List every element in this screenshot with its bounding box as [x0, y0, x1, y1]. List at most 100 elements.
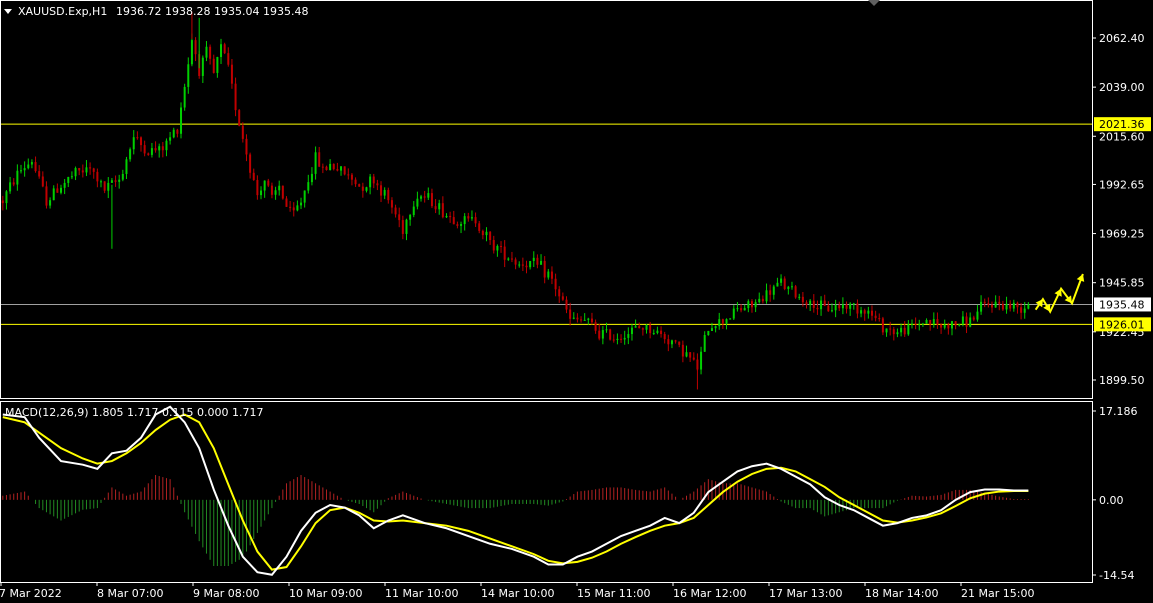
candle-body — [681, 344, 684, 357]
candle-body — [380, 185, 383, 196]
candle-body — [609, 329, 612, 340]
candle-body — [725, 319, 728, 324]
candle-body — [52, 188, 55, 201]
candle-body — [241, 125, 244, 139]
candle-body — [543, 260, 546, 278]
candle-body — [678, 341, 681, 345]
candle-body — [1016, 302, 1019, 308]
candle-body — [929, 320, 932, 325]
chart-canvas: 2062.40 2039.00 2015.60 1992.65 1969.25 1945.… — [0, 0, 1153, 603]
candle-body — [790, 286, 793, 288]
candle-body — [692, 357, 695, 360]
candle-body — [630, 327, 633, 335]
candle-body — [394, 207, 397, 215]
candle-body — [492, 240, 495, 251]
candle-body — [267, 180, 270, 186]
candle-body — [565, 299, 568, 310]
candle-body — [834, 305, 837, 311]
candle-body — [427, 193, 430, 198]
symbol-header: XAUUSD.Exp,H1 — [18, 5, 107, 18]
candle-body — [325, 166, 328, 171]
candle-body — [489, 231, 492, 241]
candle-body — [445, 215, 448, 218]
candle-body — [278, 185, 281, 191]
time-tick-label: 11 Mar 10:00 — [385, 587, 458, 600]
candle-body — [780, 278, 783, 283]
macd-tick-label: -14.54 — [1099, 569, 1134, 582]
candle-body — [365, 187, 368, 191]
candle-body — [521, 264, 524, 266]
candle-body — [670, 340, 673, 345]
candle-body — [550, 271, 553, 279]
candle-body — [256, 180, 259, 196]
candle-body — [583, 319, 586, 321]
candle-body — [303, 190, 306, 203]
candle-body — [423, 196, 426, 198]
time-tick-label: 7 Mar 2022 — [0, 587, 62, 600]
candle-body — [252, 172, 255, 181]
price-tick-label: 1899.50 — [1099, 374, 1145, 387]
candle-body — [107, 182, 110, 191]
candle-body — [70, 176, 73, 178]
candle-body — [561, 296, 564, 300]
candle-body — [572, 317, 575, 319]
candle-body — [663, 334, 666, 340]
candle-body — [147, 153, 150, 155]
candle-body — [114, 180, 117, 182]
candle-body — [401, 220, 404, 234]
candle-body — [816, 307, 819, 310]
candle-body — [620, 338, 623, 340]
candle-body — [761, 298, 764, 302]
candle-body — [950, 321, 953, 329]
candle-body — [420, 196, 423, 199]
candle-body — [587, 318, 590, 320]
candle-body — [245, 138, 248, 155]
candle-body — [510, 258, 513, 260]
time-tick-label: 17 Mar 13:00 — [769, 587, 842, 600]
price-tick-label: 2015.60 — [1099, 130, 1145, 143]
candle-body — [700, 351, 703, 370]
candle-body — [129, 149, 132, 160]
candle-body — [812, 300, 815, 308]
candle-body — [249, 154, 252, 173]
time-tick-label: 9 Mar 08:00 — [193, 587, 259, 600]
candle-body — [772, 286, 775, 295]
candle-body — [260, 190, 263, 196]
candle-body — [710, 328, 713, 331]
time-tick-label: 14 Mar 10:00 — [481, 587, 554, 600]
candle-body — [438, 203, 441, 210]
candle-body — [81, 170, 84, 173]
candle-body — [721, 319, 724, 324]
time-tick-label: 15 Mar 11:00 — [577, 587, 650, 600]
candle-body — [45, 186, 48, 206]
candle-body — [558, 289, 561, 297]
candle-body — [270, 185, 273, 195]
candle-body — [765, 290, 768, 302]
candle-body — [103, 181, 106, 191]
time-tick-label: 8 Mar 07:00 — [97, 587, 163, 600]
candle-body — [714, 326, 717, 329]
candle-body — [172, 129, 175, 138]
candle-body — [187, 64, 190, 87]
candle-body — [150, 148, 153, 155]
macd-tick-label: 17.186 — [1099, 405, 1138, 418]
candle-body — [536, 257, 539, 265]
candle-body — [649, 324, 652, 334]
candle-body — [856, 303, 859, 314]
candle-body — [9, 182, 12, 192]
candle-body — [321, 166, 324, 168]
candle-body — [125, 159, 128, 174]
candle-body — [830, 310, 833, 312]
candle-body — [809, 300, 812, 305]
candle-body — [16, 170, 19, 185]
candle-body — [743, 308, 746, 311]
candle-body — [92, 168, 95, 172]
candle-body — [27, 164, 30, 169]
candle-body — [994, 301, 997, 308]
candle-body — [358, 184, 361, 187]
candle-body — [1001, 303, 1004, 310]
candle-body — [34, 162, 37, 172]
candle-body — [23, 168, 26, 171]
candle-body — [183, 86, 186, 108]
candle-body — [481, 230, 484, 236]
